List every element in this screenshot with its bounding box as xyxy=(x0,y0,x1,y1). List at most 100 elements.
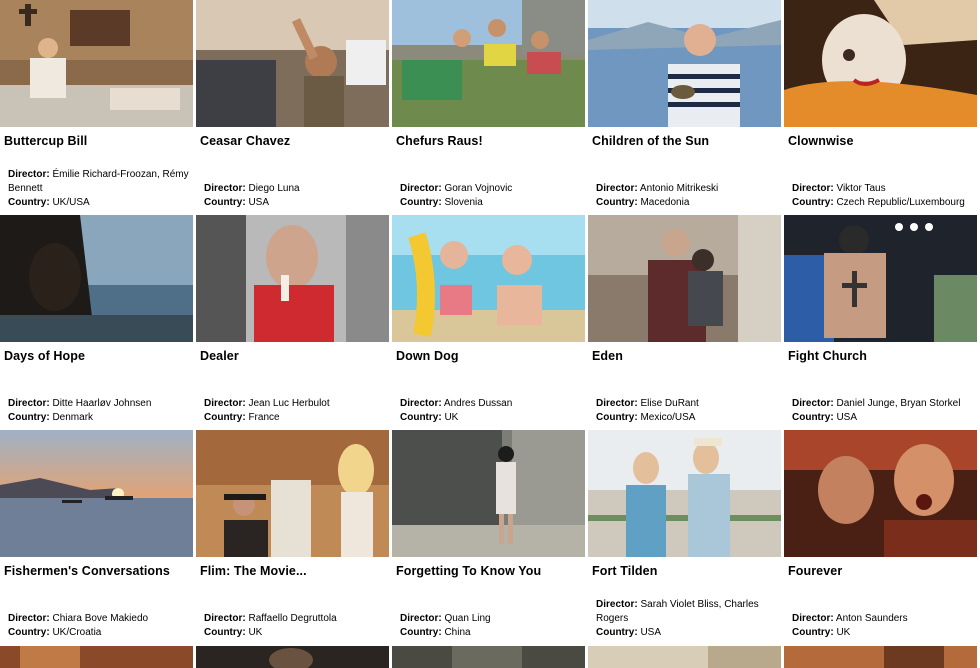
film-thumbnail[interactable] xyxy=(588,215,781,342)
film-country: UK/Croatia xyxy=(52,627,102,638)
film-title[interactable]: Fort Tilden xyxy=(592,564,780,578)
film-thumbnail[interactable] xyxy=(392,215,585,342)
director-label: Director: xyxy=(400,398,442,409)
film-thumbnail-partial[interactable] xyxy=(392,646,585,668)
film-title[interactable]: Flim: The Movie... xyxy=(200,564,388,578)
film-title[interactable]: Clownwise xyxy=(788,134,976,148)
film-thumbnail[interactable] xyxy=(784,0,977,127)
film-country: Macedonia xyxy=(640,197,690,208)
film-title[interactable]: Days of Hope xyxy=(4,349,192,363)
country-label: Country: xyxy=(792,412,834,423)
film-country: USA xyxy=(248,197,270,208)
film-title[interactable]: Ceasar Chavez xyxy=(200,134,388,148)
director-label: Director: xyxy=(400,613,442,624)
film-title[interactable]: Forgetting To Know You xyxy=(396,564,584,578)
film-title[interactable]: Children of the Sun xyxy=(592,134,780,148)
director-label: Director: xyxy=(596,599,638,610)
film-thumbnail[interactable] xyxy=(196,215,389,342)
film-title[interactable]: Chefurs Raus! xyxy=(396,134,584,148)
film-meta: Director: Elise DuRant Country: Mexico/U… xyxy=(596,397,778,425)
film-thumbnail-partial[interactable] xyxy=(196,646,389,668)
film-title[interactable]: Eden xyxy=(592,349,780,363)
film-card[interactable]: Eden Director: Elise DuRant Country: Mex… xyxy=(588,215,784,430)
film-thumbnail[interactable] xyxy=(784,215,977,342)
director-label: Director: xyxy=(792,398,834,409)
film-director: Jean Luc Herbulot xyxy=(248,398,330,409)
film-meta: Director: Jean Luc Herbulot Country: Fra… xyxy=(204,397,386,425)
director-label: Director: xyxy=(596,398,638,409)
film-meta: Director: Quan Ling Country: China xyxy=(400,612,582,640)
film-card[interactable]: Fight Church Director: Daniel Junge, Bry… xyxy=(784,215,980,430)
film-thumbnail[interactable] xyxy=(0,0,193,127)
film-title[interactable]: Fishermen's Conversations xyxy=(4,564,192,578)
country-label: Country: xyxy=(204,197,246,208)
film-card[interactable]: Fort Tilden Director: Sarah Violet Bliss… xyxy=(588,430,784,645)
film-card[interactable]: Clownwise Director: Viktor Taus Country:… xyxy=(784,0,980,215)
film-card[interactable]: Fishermen's Conversations Director: Chia… xyxy=(0,430,196,645)
film-director: Antonio Mitrikeski xyxy=(639,183,719,194)
film-title[interactable]: Fight Church xyxy=(788,349,976,363)
film-card[interactable]: Children of the Sun Director: Antonio Mi… xyxy=(588,0,784,215)
film-card[interactable]: Days of Hope Director: Ditte Haarløv Joh… xyxy=(0,215,196,430)
film-director: Raffaello Degruttola xyxy=(248,613,337,624)
film-thumbnail-partial[interactable] xyxy=(588,646,781,668)
film-meta: Director: Ditte Haarløv Johnsen Country:… xyxy=(8,397,190,425)
film-country: USA xyxy=(640,627,662,638)
film-meta: Director: Daniel Junge, Bryan Storkel Co… xyxy=(792,397,974,425)
country-label: Country: xyxy=(400,197,442,208)
film-country: Slovenia xyxy=(444,197,483,208)
film-thumbnail[interactable] xyxy=(588,430,781,557)
country-label: Country: xyxy=(792,627,834,638)
country-label: Country: xyxy=(204,412,246,423)
film-card[interactable]: Ceasar Chavez Director: Diego Luna Count… xyxy=(196,0,392,215)
film-card[interactable]: Fourever Director: Anton Saunders Countr… xyxy=(784,430,980,645)
film-director: Goran Vojnovic xyxy=(444,183,513,194)
film-thumbnail[interactable] xyxy=(588,0,781,127)
country-label: Country: xyxy=(204,627,246,638)
film-country: China xyxy=(444,627,471,638)
film-meta: Director: Chiara Bove Makiedo Country: U… xyxy=(8,612,190,640)
film-title[interactable]: Buttercup Bill xyxy=(4,134,192,148)
film-director: Daniel Junge, Bryan Storkel xyxy=(836,398,961,409)
film-meta: Director: Andres Dussan Country: UK xyxy=(400,397,582,425)
country-label: Country: xyxy=(400,627,442,638)
film-thumbnail[interactable] xyxy=(784,430,977,557)
film-country: USA xyxy=(836,412,858,423)
director-label: Director: xyxy=(596,183,638,194)
film-meta: Director: Anton Saunders Country: UK xyxy=(792,612,974,640)
film-director: Chiara Bove Makiedo xyxy=(52,613,149,624)
film-thumbnail-partial[interactable] xyxy=(784,646,977,668)
film-card[interactable]: Dealer Director: Jean Luc Herbulot Count… xyxy=(196,215,392,430)
film-country: Denmark xyxy=(52,412,94,423)
director-label: Director: xyxy=(204,183,246,194)
film-card[interactable]: Buttercup Bill Director: Émilie Richard-… xyxy=(0,0,196,215)
film-meta: Director: Diego Luna Country: USA xyxy=(204,182,386,210)
country-label: Country: xyxy=(400,412,442,423)
film-thumbnail[interactable] xyxy=(392,430,585,557)
film-meta: Director: Émilie Richard-Froozan, Rémy B… xyxy=(8,168,190,210)
film-title[interactable]: Fourever xyxy=(788,564,976,578)
film-thumbnail[interactable] xyxy=(392,0,585,127)
film-title[interactable]: Dealer xyxy=(200,349,388,363)
film-thumbnail[interactable] xyxy=(0,215,193,342)
film-meta: Director: Viktor Taus Country: Czech Rep… xyxy=(792,182,974,210)
film-director: Anton Saunders xyxy=(835,613,908,624)
film-thumbnail-partial[interactable] xyxy=(0,646,193,668)
director-label: Director: xyxy=(204,398,246,409)
film-card[interactable]: Flim: The Movie... Director: Raffaello D… xyxy=(196,430,392,645)
film-meta: Director: Raffaello Degruttola Country: … xyxy=(204,612,386,640)
film-director: Viktor Taus xyxy=(836,183,886,194)
country-label: Country: xyxy=(596,627,638,638)
film-thumbnail[interactable] xyxy=(0,430,193,557)
film-meta: Director: Sarah Violet Bliss, Charles Ro… xyxy=(596,598,778,640)
director-label: Director: xyxy=(8,169,50,180)
film-thumbnail[interactable] xyxy=(196,430,389,557)
country-label: Country: xyxy=(596,412,638,423)
film-card[interactable]: Chefurs Raus! Director: Goran Vojnovic C… xyxy=(392,0,588,215)
film-card[interactable]: Forgetting To Know You Director: Quan Li… xyxy=(392,430,588,645)
film-title[interactable]: Down Dog xyxy=(396,349,584,363)
film-thumbnail[interactable] xyxy=(196,0,389,127)
film-meta: Director: Antonio Mitrikeski Country: Ma… xyxy=(596,182,778,210)
film-card[interactable]: Down Dog Director: Andres Dussan Country… xyxy=(392,215,588,430)
director-label: Director: xyxy=(204,613,246,624)
